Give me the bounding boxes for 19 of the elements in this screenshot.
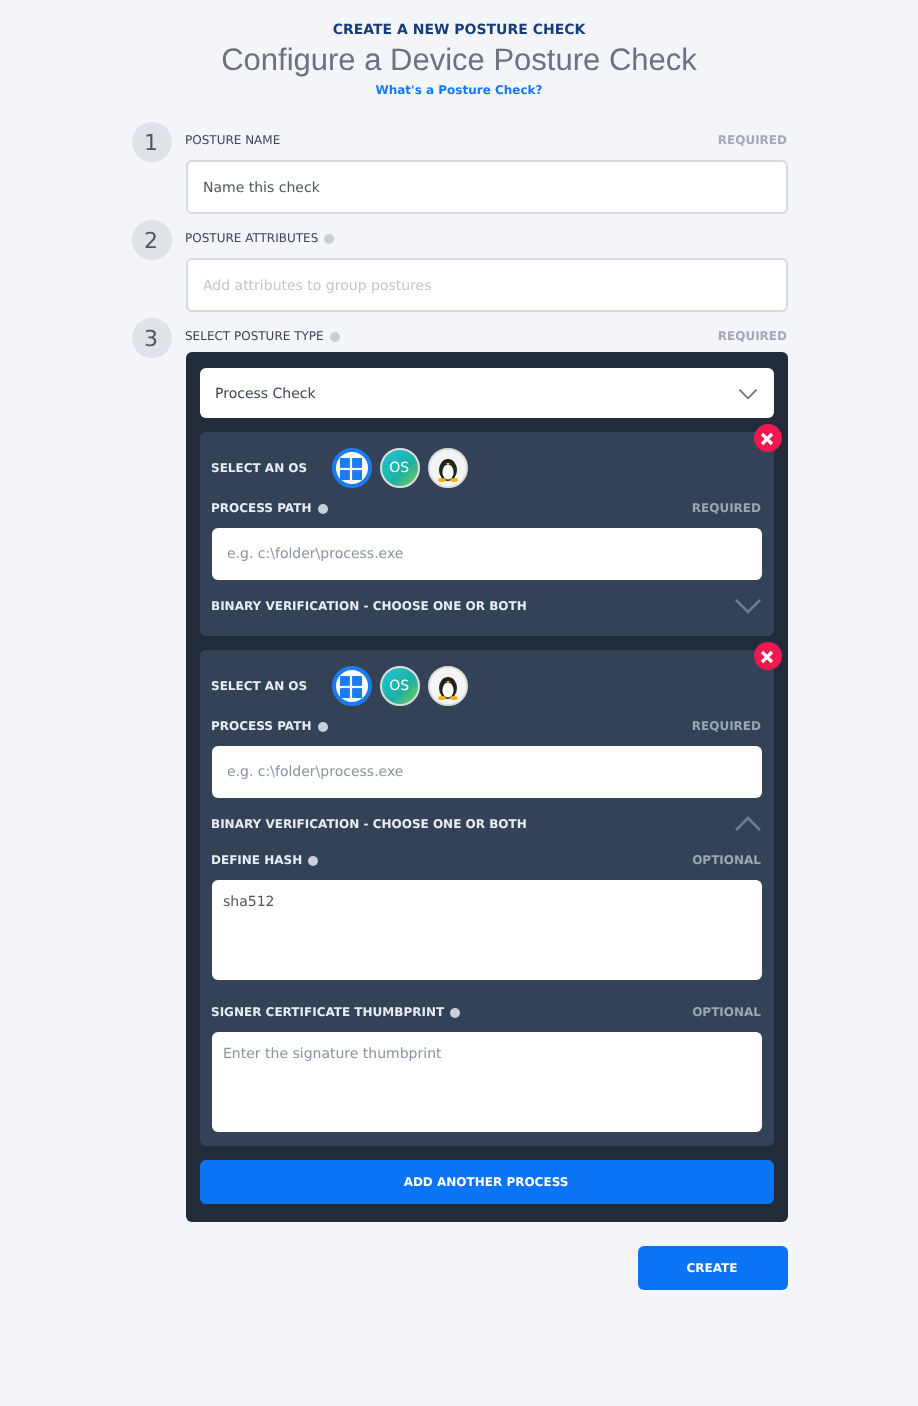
penguin-icon[interactable] — [427, 666, 468, 706]
chevron-down-icon — [737, 387, 757, 399]
step-number: 1 — [131, 122, 171, 162]
expand-toggle[interactable] — [733, 598, 761, 614]
expand-toggle[interactable] — [733, 816, 761, 832]
info-icon[interactable] — [308, 855, 319, 865]
step-number: 3 — [131, 318, 171, 358]
windows-icon[interactable] — [331, 448, 372, 488]
info-icon[interactable] — [317, 721, 328, 731]
chevron-down-icon — [733, 598, 761, 614]
close-icon[interactable] — [753, 642, 781, 670]
chevron-up-icon — [733, 816, 761, 832]
windows-icon[interactable] — [331, 666, 372, 706]
step-number: 2 — [131, 220, 171, 260]
close-icon[interactable] — [753, 424, 781, 452]
info-icon[interactable] — [450, 1007, 461, 1017]
penguin-icon[interactable] — [427, 448, 468, 488]
info-icon[interactable] — [317, 503, 328, 513]
page-title: Configure a Device Posture Check — [221, 44, 697, 80]
